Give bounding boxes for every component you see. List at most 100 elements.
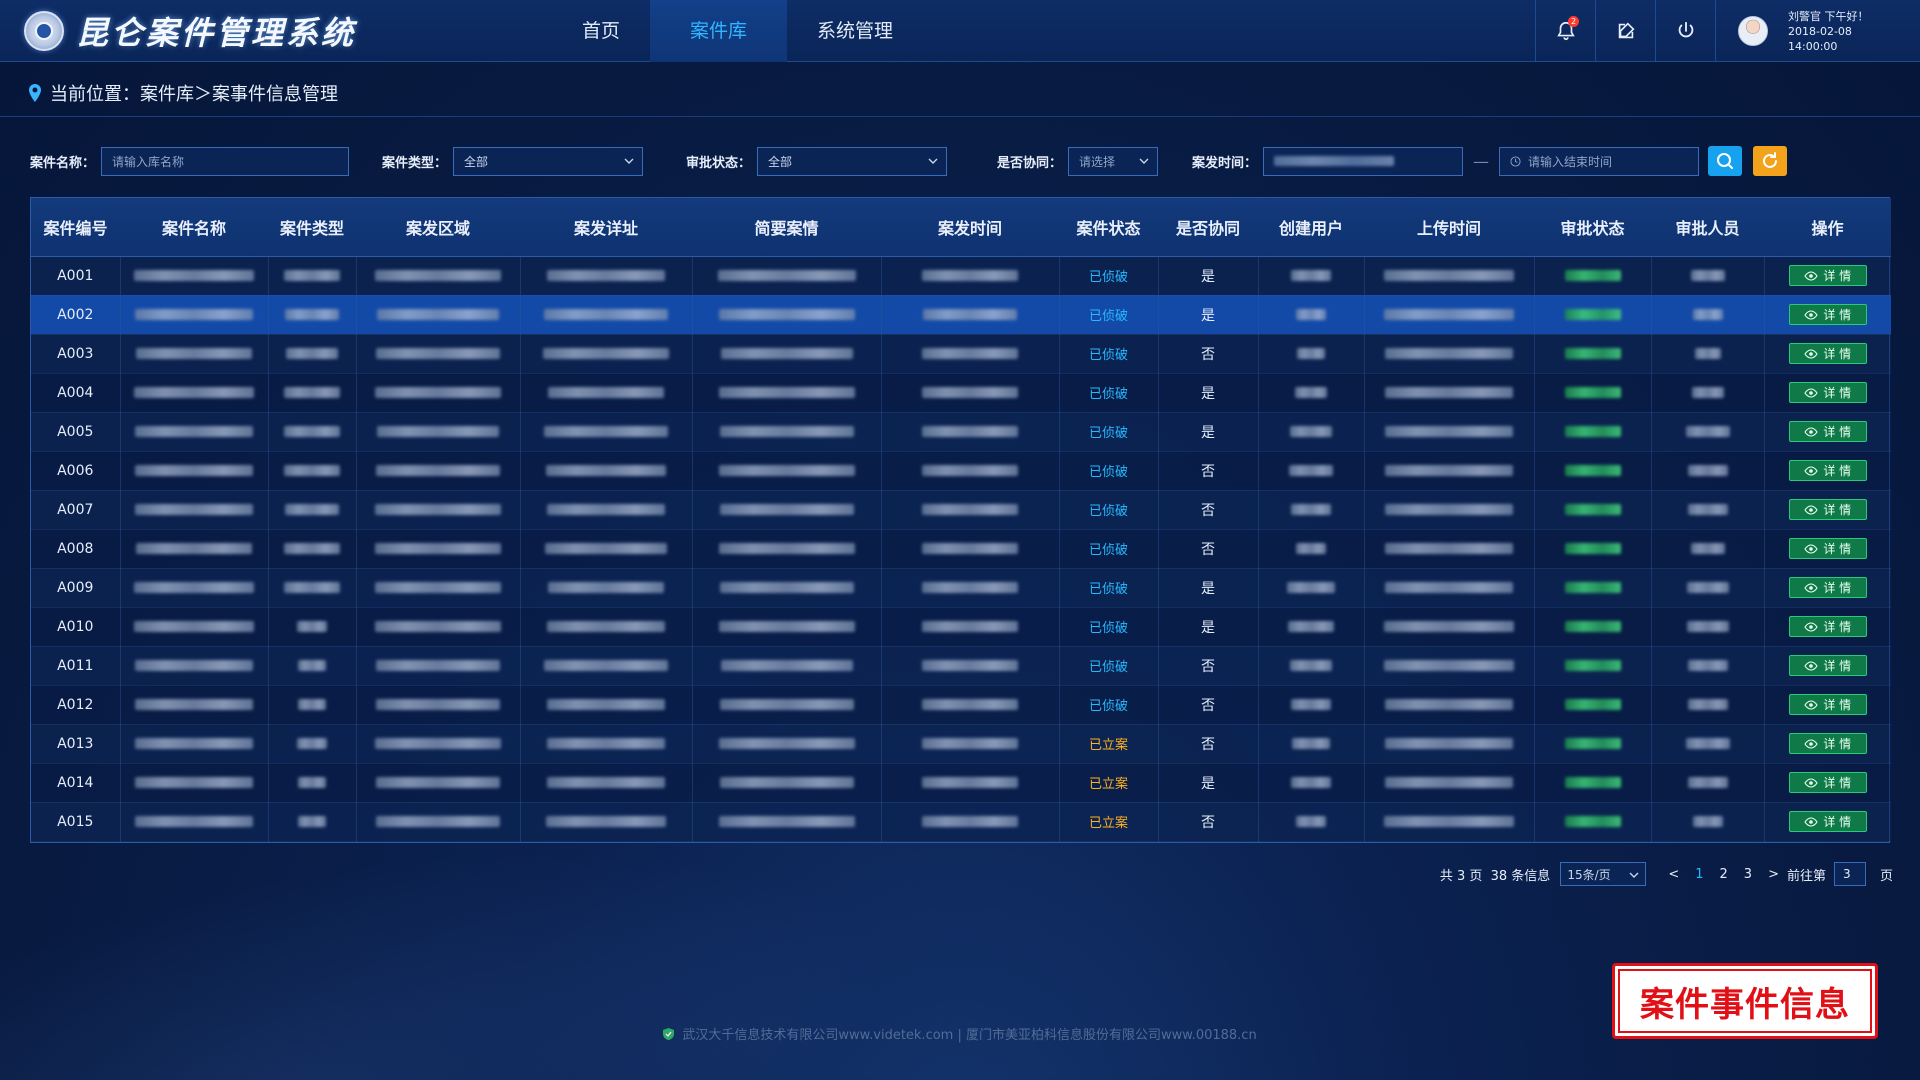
nav-case-library[interactable]: 案件库 — [650, 0, 788, 62]
logout-button[interactable] — [1655, 0, 1715, 62]
eye-icon — [1804, 426, 1818, 437]
next-page-button[interactable]: > — [1768, 867, 1779, 882]
cell-case-name-redacted — [120, 451, 269, 491]
table-row[interactable]: A015 已立案 否 详 情 — [31, 802, 1891, 842]
cell-creator-redacted — [1258, 763, 1365, 803]
goto-page-input[interactable]: 3 — [1833, 862, 1866, 886]
table-row[interactable]: A004 已侦破 是 详 情 — [31, 373, 1891, 413]
cell-approval-status-redacted — [1534, 451, 1652, 491]
cell-coop: 是 — [1158, 373, 1259, 413]
table-row[interactable]: A014 已立案 是 详 情 — [31, 763, 1891, 803]
col-case-status[interactable]: 案件状态 — [1059, 198, 1158, 257]
app-title: 昆仑案件管理系统 — [76, 14, 357, 52]
cell-upload-time-redacted — [1364, 490, 1535, 530]
cell-case-id: A005 — [31, 412, 121, 452]
detail-button[interactable]: 详 情 — [1788, 421, 1867, 442]
cell-case-id: A006 — [31, 451, 121, 491]
table-row[interactable]: A005 已侦破 是 详 情 — [31, 412, 1891, 452]
table-row[interactable]: A002 已侦破 是 详 情 — [31, 295, 1891, 335]
case-type-select[interactable]: 全部 — [453, 146, 644, 176]
table-row[interactable]: A006 已侦破 否 详 情 — [31, 451, 1891, 491]
edit-icon — [1618, 22, 1635, 39]
detail-button[interactable]: 详 情 — [1788, 733, 1867, 754]
col-approver[interactable]: 审批人员 — [1651, 198, 1764, 257]
col-case-name[interactable]: 案件名称 — [120, 198, 268, 257]
notification-button[interactable]: 2 — [1535, 0, 1595, 62]
refresh-button[interactable] — [1753, 146, 1787, 176]
table-row[interactable]: A011 已侦破 否 详 情 — [31, 646, 1891, 686]
col-case-type[interactable]: 案件类型 — [268, 198, 356, 257]
case-type-filter: 案件类型： 全部 — [382, 146, 644, 176]
edit-button[interactable] — [1595, 0, 1655, 62]
detail-button[interactable]: 详 情 — [1788, 772, 1867, 793]
start-time-input[interactable] — [1263, 146, 1464, 176]
detail-button[interactable]: 详 情 — [1788, 460, 1867, 481]
col-region[interactable]: 案发区域 — [356, 198, 520, 257]
detail-button[interactable]: 详 情 — [1788, 499, 1867, 520]
cell-actions: 详 情 — [1764, 256, 1891, 296]
end-time-input[interactable]: 请输入结束时间 — [1499, 146, 1700, 176]
col-approval-status[interactable]: 审批状态 — [1534, 198, 1651, 257]
col-creator[interactable]: 创建用户 — [1258, 198, 1364, 257]
coop-select[interactable]: 请选择 — [1068, 146, 1159, 176]
detail-button[interactable]: 详 情 — [1788, 538, 1867, 559]
detail-button[interactable]: 详 情 — [1788, 265, 1867, 286]
table-row[interactable]: A010 已侦破 是 详 情 — [31, 607, 1891, 647]
search-button[interactable] — [1708, 146, 1742, 176]
page-2-link[interactable]: 2 — [1720, 867, 1728, 882]
detail-button[interactable]: 详 情 — [1788, 343, 1867, 364]
detail-button[interactable]: 详 情 — [1788, 577, 1867, 598]
table-row[interactable]: A001 已侦破 是 详 情 — [31, 256, 1891, 296]
power-icon — [1678, 21, 1693, 38]
user-profile[interactable]: 刘警官 下午好！ 2018-02-08 14:00:00 — [1715, 0, 1920, 62]
detail-button[interactable]: 详 情 — [1788, 694, 1867, 715]
cell-coop: 否 — [1158, 529, 1259, 569]
col-coop[interactable]: 是否协同 — [1158, 198, 1258, 257]
cell-coop: 是 — [1158, 607, 1259, 647]
cell-coop: 否 — [1158, 334, 1259, 374]
status-badge: 已立案 — [1088, 777, 1128, 792]
detail-button[interactable]: 详 情 — [1788, 811, 1867, 832]
page-1-link[interactable]: 1 — [1695, 867, 1703, 882]
cell-incident-time-redacted — [881, 295, 1060, 335]
col-address[interactable]: 案发详址 — [520, 198, 692, 257]
col-summary[interactable]: 简要案情 — [692, 198, 881, 257]
status-badge: 已侦破 — [1088, 504, 1128, 519]
detail-button[interactable]: 详 情 — [1788, 655, 1867, 676]
chevron-down-icon — [1139, 158, 1149, 164]
nav-home[interactable]: 首页 — [552, 0, 650, 62]
cell-address-redacted — [520, 490, 693, 530]
nav-system-management[interactable]: 系统管理 — [787, 0, 923, 62]
table-row[interactable]: A007 已侦破 否 详 情 — [31, 490, 1891, 530]
goto-label: 前往第 — [1786, 868, 1826, 884]
cell-approval-status-redacted — [1534, 646, 1652, 686]
page-size-select[interactable]: 15条/页 — [1560, 862, 1647, 886]
col-incident-time[interactable]: 案发时间 — [881, 198, 1059, 257]
table-row[interactable]: A008 已侦破 否 详 情 — [31, 529, 1891, 569]
avatar[interactable] — [1738, 16, 1768, 46]
page-3-link[interactable]: 3 — [1744, 867, 1752, 882]
cell-creator-redacted — [1258, 802, 1365, 842]
cell-approver-redacted — [1651, 607, 1765, 647]
cell-approval-status-redacted — [1534, 568, 1652, 608]
cell-case-status: 已侦破 — [1059, 646, 1159, 686]
col-upload-time[interactable]: 上传时间 — [1364, 198, 1534, 257]
detail-button[interactable]: 详 情 — [1788, 616, 1867, 637]
detail-button[interactable]: 详 情 — [1788, 304, 1867, 325]
prev-page-button[interactable]: < — [1668, 867, 1679, 882]
case-name-input[interactable]: 请输入库名称 — [101, 146, 350, 176]
eye-icon — [1804, 816, 1818, 827]
case-name-label: 案件名称： — [30, 155, 96, 171]
table-row[interactable]: A003 已侦破 否 详 情 — [31, 334, 1891, 374]
col-case-id[interactable]: 案件编号 — [31, 198, 120, 257]
goto-suffix: 页 — [1879, 868, 1893, 884]
table-row[interactable]: A012 已侦破 否 详 情 — [31, 685, 1891, 725]
table-row[interactable]: A013 已立案 否 详 情 — [31, 724, 1891, 764]
detail-button[interactable]: 详 情 — [1788, 382, 1867, 403]
eye-icon — [1804, 465, 1818, 476]
cell-actions: 详 情 — [1764, 568, 1891, 608]
cell-case-id: A014 — [31, 763, 121, 803]
table-row[interactable]: A009 已侦破 是 详 情 — [31, 568, 1891, 608]
approval-status-select[interactable]: 全部 — [757, 146, 948, 176]
cell-actions: 详 情 — [1764, 295, 1891, 335]
